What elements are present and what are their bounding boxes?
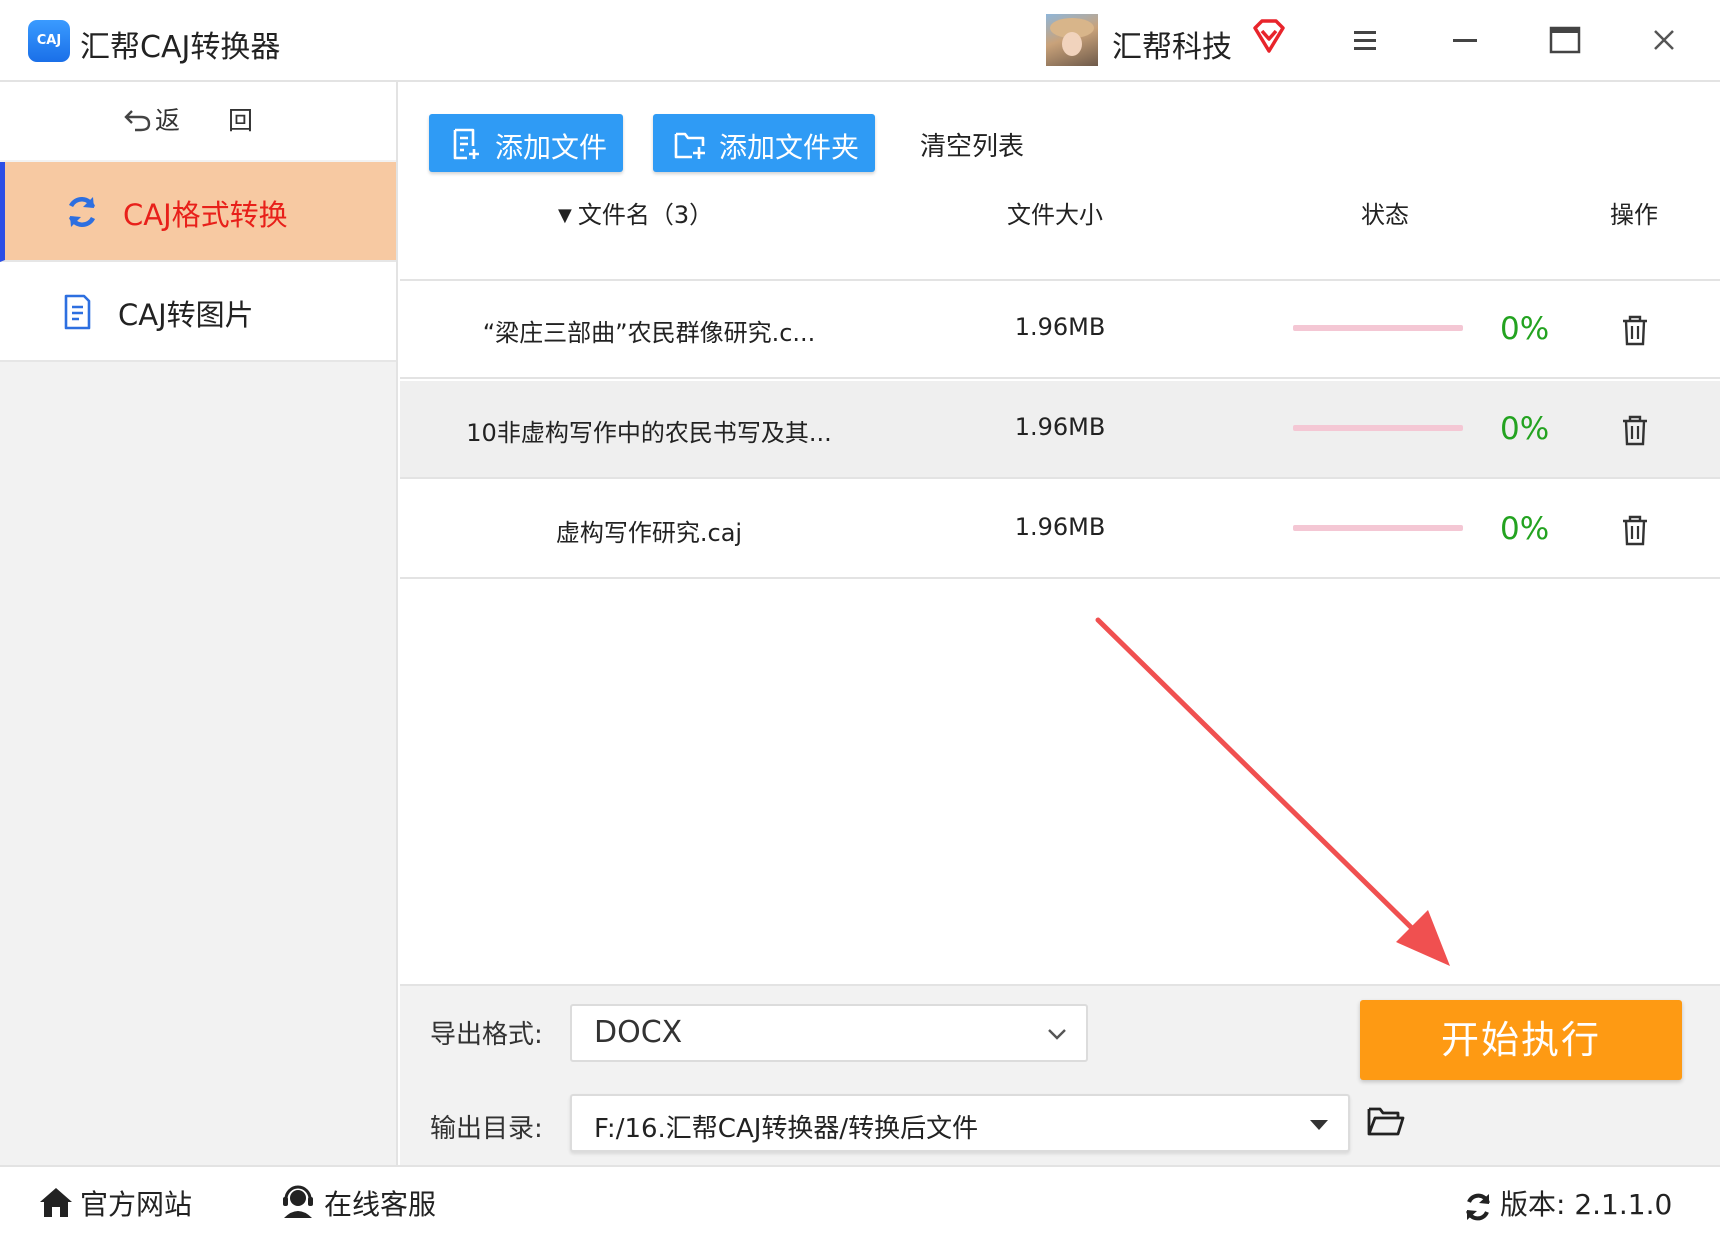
refresh-icon — [68, 197, 96, 227]
back-button[interactable]: 返 回 — [0, 82, 396, 160]
home-icon — [40, 1188, 72, 1217]
main-panel: 添加文件 添加文件夹 清空列表 ▼ 文件名（3） 文件大小 状态 操作 “梁庄三部… — [400, 82, 1720, 1165]
add-folder-icon — [674, 132, 705, 159]
column-header-action: 操作 — [1610, 201, 1658, 229]
column-header-name[interactable]: ▼ 文件名（3） — [558, 195, 713, 230]
trash-icon[interactable] — [1620, 413, 1650, 447]
document-icon — [64, 294, 91, 330]
nav-caj-format-convert[interactable]: CAJ格式转换 — [0, 162, 396, 262]
output-dir-label: 输出目录: — [430, 1114, 543, 1144]
table-row[interactable]: “梁庄三部曲”农民群像研究.c... 1.96MB 0% — [400, 281, 1720, 379]
chevron-down-icon — [1048, 1029, 1066, 1040]
caret-down-icon — [1310, 1120, 1328, 1130]
nav-caj-to-image[interactable]: CAJ转图片 — [0, 262, 396, 362]
table-row[interactable]: 虚构写作研究.caj 1.96MB 0% — [400, 481, 1720, 579]
output-dir-select[interactable]: F:/16.汇帮CAJ转换器/转换后文件 — [570, 1094, 1350, 1152]
file-size: 1.96MB — [1014, 313, 1106, 341]
progress-bar — [1293, 325, 1463, 331]
refresh-icon — [1466, 1193, 1490, 1221]
export-format-label: 导出格式: — [430, 1020, 543, 1050]
sidebar: 返 回 CAJ格式转换 CAJ转图片 — [0, 82, 398, 1165]
file-name: 10非虚构写作中的农民书写及其... — [466, 419, 832, 447]
open-folder-icon[interactable] — [1366, 1103, 1406, 1139]
add-folder-button[interactable]: 添加文件夹 — [653, 114, 875, 172]
add-file-icon — [453, 128, 479, 160]
user-name[interactable]: 汇帮科技 — [1112, 22, 1232, 66]
app-window: CAJ 汇帮CAJ转换器 汇帮科技 返 回 CAJ格式转换 CAJ转图片 添加文… — [0, 0, 1720, 1234]
trash-icon[interactable] — [1620, 313, 1650, 347]
progress-bar — [1293, 425, 1463, 431]
version-info: 版本: 2.1.1.0 — [1462, 1183, 1672, 1223]
back-arrow-icon — [123, 82, 153, 160]
progress-percent: 0% — [1500, 411, 1550, 447]
footer: 官方网站 在线客服 版本: 2.1.1.0 — [0, 1165, 1720, 1234]
progress-percent: 0% — [1500, 311, 1550, 347]
official-site-link[interactable]: 官方网站 — [38, 1183, 192, 1223]
file-name: 虚构写作研究.caj — [555, 519, 743, 547]
headset-icon — [283, 1185, 313, 1218]
version-label: 版本: 2.1.1.0 — [1500, 1188, 1673, 1221]
back-label: 返 回 — [155, 106, 273, 135]
minimize-icon[interactable] — [1445, 20, 1485, 60]
progress-percent: 0% — [1500, 511, 1550, 547]
column-header-name-label: 文件名（3） — [577, 201, 714, 229]
export-format-select[interactable]: DOCX — [570, 1004, 1088, 1062]
file-size: 1.96MB — [1014, 513, 1106, 541]
add-file-label: 添加文件 — [495, 131, 608, 164]
table-row[interactable]: 10非虚构写作中的农民书写及其... 1.96MB 0% — [400, 381, 1720, 479]
user-avatar[interactable] — [1046, 14, 1098, 66]
app-logo: CAJ — [28, 20, 70, 62]
nav-caj-format-convert-label: CAJ格式转换 — [123, 198, 288, 232]
start-button[interactable]: 开始执行 — [1360, 1000, 1682, 1080]
vip-diamond-icon[interactable] — [1250, 18, 1288, 56]
nav-caj-to-image-label: CAJ转图片 — [118, 298, 254, 332]
file-size: 1.96MB — [1014, 413, 1106, 441]
sort-caret-icon: ▼ — [558, 205, 572, 226]
trash-icon[interactable] — [1620, 513, 1650, 547]
column-header-size: 文件大小 — [1007, 201, 1103, 229]
column-header-status: 状态 — [1361, 201, 1409, 229]
online-service-label: 在线客服 — [324, 1188, 437, 1221]
maximize-icon[interactable] — [1545, 20, 1585, 60]
output-settings-panel: 导出格式: DOCX 输出目录: F:/16.汇帮CAJ转换器/转换后文件 开始… — [400, 984, 1720, 1165]
clear-list-button[interactable]: 清空列表 — [920, 126, 1024, 163]
file-name: “梁庄三部曲”农民群像研究.c... — [482, 319, 816, 347]
online-service-link[interactable]: 在线客服 — [280, 1183, 436, 1223]
add-file-button[interactable]: 添加文件 — [429, 114, 623, 172]
title-bar: CAJ 汇帮CAJ转换器 汇帮科技 — [0, 0, 1720, 82]
close-icon[interactable] — [1644, 20, 1684, 60]
menu-icon[interactable] — [1345, 20, 1385, 60]
output-dir-value: F:/16.汇帮CAJ转换器/转换后文件 — [594, 1114, 979, 1144]
add-folder-label: 添加文件夹 — [719, 131, 860, 164]
official-site-label: 官方网站 — [80, 1188, 193, 1221]
export-format-value: DOCX — [594, 1015, 683, 1050]
progress-bar — [1293, 525, 1463, 531]
app-title: 汇帮CAJ转换器 — [80, 30, 281, 65]
